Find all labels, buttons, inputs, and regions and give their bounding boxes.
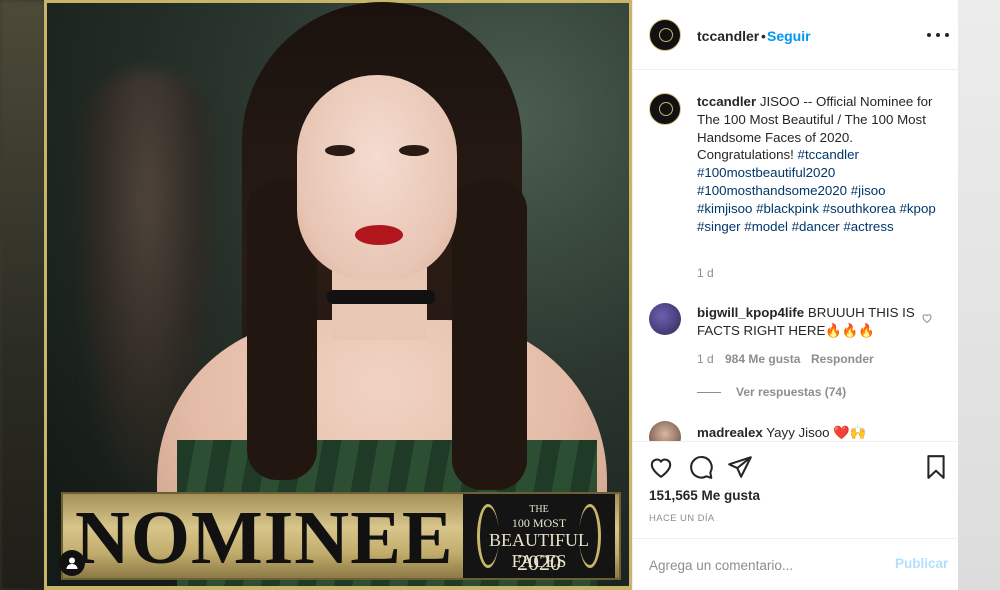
eye-right (399, 145, 429, 156)
like-count[interactable]: 151,565 Me gusta (649, 488, 760, 503)
post-header: tccandler • Seguir (633, 0, 959, 70)
comment-body: madrealex Yayy Jisoo ❤️🙌 (697, 424, 917, 441)
badge-line-1: THE (529, 504, 549, 515)
badge-line-4: 2020 (517, 550, 561, 575)
post-details-panel: tccandler • Seguir tccandler JISOO -- Of… (632, 0, 959, 590)
blurred-background-right (958, 0, 1000, 590)
view-replies-button[interactable]: Ver respuestas (74) (736, 385, 846, 399)
caption-age: 1 d (697, 266, 714, 280)
comment-body: bigwill_kpop4life BRUUUH THIS IS FACTS R… (697, 304, 917, 340)
comment-like-heart-icon[interactable] (921, 312, 933, 324)
more-icon[interactable] (927, 26, 949, 44)
post-caption: tccandler JISOO -- Official Nominee for … (697, 93, 937, 235)
hair-strand-right (452, 180, 527, 490)
award-badge: THE 100 MOST BEAUTIFUL FACES 2020 (463, 494, 615, 578)
gold-frame-bottom (47, 586, 629, 590)
comment-age: 1 d (697, 352, 714, 366)
gold-frame-top (47, 0, 629, 3)
instagram-post-viewer: NOMINEE THE 100 MOST BEAUTIFUL FACES 202… (0, 0, 1000, 590)
comment-avatar[interactable] (649, 421, 681, 441)
comment-input[interactable] (649, 556, 879, 574)
comment-text: Yayy Jisoo ❤️🙌 (766, 425, 867, 440)
share-icon[interactable] (727, 454, 753, 480)
comments-list[interactable]: tccandler JISOO -- Official Nominee for … (633, 71, 959, 441)
post-timestamp[interactable]: HACE UN DÍA (649, 513, 715, 524)
badge-line-2: 100 MOST (511, 516, 567, 530)
user-tag-icon[interactable] (59, 550, 85, 576)
reply-button[interactable]: Responder (811, 352, 874, 366)
comment-username[interactable]: madrealex (697, 425, 763, 440)
comment-username[interactable]: bigwill_kpop4life (697, 305, 804, 320)
lips (355, 225, 403, 245)
nominee-text: NOMINEE (75, 496, 454, 580)
comment-avatar[interactable] (649, 303, 681, 335)
follow-button[interactable]: Seguir (767, 28, 811, 44)
bookmark-icon[interactable] (923, 454, 949, 480)
author-avatar[interactable] (649, 19, 681, 51)
post-image[interactable]: NOMINEE THE 100 MOST BEAUTIFUL FACES 202… (44, 0, 632, 590)
caption-avatar[interactable] (649, 93, 681, 125)
author-username[interactable]: tccandler (697, 28, 759, 44)
blurred-background-left (0, 0, 46, 590)
nominee-banner: NOMINEE THE 100 MOST BEAUTIFUL FACES 202… (61, 492, 621, 580)
separator-dot: • (761, 28, 766, 44)
choker (327, 290, 435, 304)
eye-left (325, 145, 355, 156)
replies-divider (697, 392, 721, 393)
heart-icon[interactable] (648, 454, 674, 480)
face (297, 75, 457, 280)
add-comment-bar: Publicar (633, 538, 959, 590)
post-actions: 151,565 Me gusta HACE UN DÍA Publicar (633, 441, 959, 590)
comment-likes[interactable]: 984 Me gusta (725, 352, 800, 366)
comment-icon[interactable] (688, 454, 714, 480)
caption-username[interactable]: tccandler (697, 94, 756, 109)
publish-button[interactable]: Publicar (895, 556, 948, 571)
